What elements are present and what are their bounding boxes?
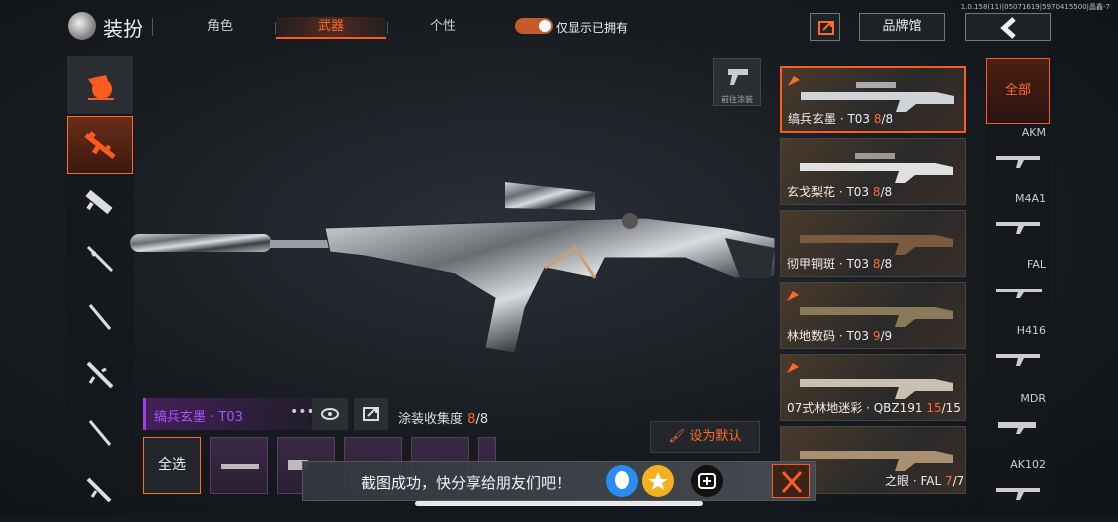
filter-weapon-mdr[interactable]: MDR — [986, 390, 1050, 456]
toast-message: 截图成功，快分享给朋友们吧！ — [361, 474, 572, 492]
skin-list: 缟兵玄墨 · T03 8/8 玄戈梨花 · T03 8/8 彻甲铜斑 · T03… — [780, 62, 966, 502]
brand-hall-button[interactable]: 品牌馆 — [859, 13, 945, 41]
eye-icon — [321, 408, 339, 420]
skin-card-label: 之眼 · FAL 7/7 — [885, 474, 965, 488]
close-toast-button[interactable] — [772, 464, 810, 498]
shotgun-icon — [88, 420, 112, 446]
ak102-icon — [996, 488, 1040, 500]
home-indicator[interactable] — [415, 501, 703, 506]
category-pistol[interactable] — [67, 462, 133, 520]
category-lmg[interactable] — [67, 346, 133, 404]
fal-icon — [996, 289, 1042, 298]
top-category-icon — [88, 75, 114, 100]
brush-icon: 🖌 — [668, 429, 686, 444]
pistol-icon — [86, 477, 112, 503]
skin-card-label: 彻甲铜斑 · T03 8/8 — [787, 257, 893, 271]
qq-icon — [615, 471, 629, 489]
owned-only-toggle[interactable] — [515, 18, 553, 34]
akm-icon — [996, 156, 1040, 168]
category-rifle[interactable] — [67, 116, 133, 174]
set-default-label: 设为默认 — [689, 429, 742, 444]
skin-card-label: 玄戈梨花 · T03 8/8 — [787, 185, 893, 199]
share-button[interactable] — [810, 13, 840, 41]
paint-collection-progress: 涂装收集度 8/8 — [398, 408, 488, 427]
community-share-button[interactable] — [691, 465, 723, 497]
share-skin-button[interactable] — [354, 398, 388, 430]
qzone-share-button[interactable] — [642, 465, 674, 497]
owned-only-label: 仅显示已拥有 — [556, 21, 629, 35]
close-icon — [781, 470, 803, 494]
scope-icon — [221, 464, 259, 469]
m4a1-icon — [996, 222, 1040, 234]
back-button[interactable] — [965, 13, 1051, 41]
category-sniper[interactable] — [67, 230, 133, 288]
brush-badge-icon — [787, 291, 799, 301]
skin-card-label: 林地数码 · T03 9/9 — [787, 329, 893, 343]
skin-name-panel: 缟兵玄墨 · T03 ••• — [143, 398, 315, 430]
skin-thumbnail — [800, 451, 953, 471]
skin-card-label: 07式林地迷彩 · QBZ191 15/15 — [787, 401, 961, 415]
set-default-button[interactable]: 🖌 设为默认 — [650, 421, 760, 453]
collection-label: 涂装收集度 — [398, 412, 464, 427]
skin-card[interactable]: 林地数码 · T03 9/9 — [780, 282, 966, 349]
preview-button[interactable] — [312, 398, 348, 430]
skin-card[interactable]: 07式林地迷彩 · QBZ191 15/15 — [780, 354, 966, 421]
skin-thumbnail — [800, 153, 953, 183]
skin-name: 缟兵玄墨 · T03 — [154, 410, 243, 425]
marksman-icon — [88, 304, 112, 330]
screenshot-share-toast: 截图成功，快分享给朋友们吧！ — [302, 461, 816, 501]
go-to-paint-label: 前往涂装 — [721, 95, 753, 104]
qq-share-button[interactable] — [606, 465, 638, 497]
category-smg[interactable] — [67, 174, 133, 232]
category-marksman[interactable] — [67, 288, 133, 346]
tab-personality[interactable]: 个性 — [388, 17, 498, 39]
smg-icon — [85, 189, 113, 215]
rifle-icon — [84, 131, 116, 159]
skin-thumbnail — [801, 82, 954, 112]
weapon-category-sidebar — [66, 56, 134, 506]
filter-all-button[interactable]: 全部 — [986, 58, 1050, 124]
divider — [152, 18, 153, 36]
filter-weapon-h416[interactable]: H416 — [986, 322, 1050, 388]
skin-card[interactable]: 玄戈梨花 · T03 8/8 — [780, 138, 966, 205]
top-bar: 装扮 角色 武器 个性 仅显示已拥有 品牌馆 — [0, 0, 1118, 48]
skin-thumbnail — [800, 235, 953, 255]
category-shotgun[interactable] — [67, 404, 133, 462]
skin-card[interactable]: 缟兵玄墨 · T03 8/8 — [780, 66, 966, 133]
filter-weapon-m4a1[interactable]: M4A1 — [986, 190, 1050, 256]
share-icon — [818, 21, 834, 35]
category-top-icon-button[interactable] — [67, 56, 133, 114]
select-all-button[interactable]: 全选 — [143, 437, 201, 494]
sniper-icon — [86, 245, 114, 273]
weapon-preview-image — [130, 182, 776, 354]
back-arrow-icon — [1000, 17, 1016, 39]
attachment-thumb[interactable] — [210, 437, 268, 494]
lmg-icon — [86, 361, 114, 389]
globe-logo-icon — [68, 12, 96, 40]
filter-weapon-ak102[interactable]: AK102 — [986, 456, 1050, 522]
skin-card[interactable]: 彻甲铜斑 · T03 8/8 — [780, 210, 966, 277]
brush-badge-icon — [787, 363, 799, 373]
collection-total: /8 — [475, 412, 489, 427]
page-title: 装扮 — [103, 17, 143, 41]
skin-thumbnail — [800, 307, 953, 327]
tab-weapon[interactable]: 武器 — [276, 17, 386, 39]
filter-weapon-fal[interactable]: FAL — [986, 256, 1050, 322]
spray-gun-icon — [728, 69, 748, 85]
tab-character[interactable]: 角色 — [165, 17, 275, 39]
brush-badge-icon — [788, 76, 800, 86]
skin-card-label: 缟兵玄墨 · T03 8/8 — [788, 112, 894, 126]
filter-weapon-akm[interactable]: AKM — [986, 124, 1050, 190]
qzone-star-icon — [648, 472, 668, 490]
skin-thumbnail — [800, 379, 953, 399]
mdr-icon — [998, 422, 1036, 434]
h416-icon — [996, 354, 1040, 366]
community-icon — [698, 473, 716, 489]
share-icon — [363, 407, 379, 421]
